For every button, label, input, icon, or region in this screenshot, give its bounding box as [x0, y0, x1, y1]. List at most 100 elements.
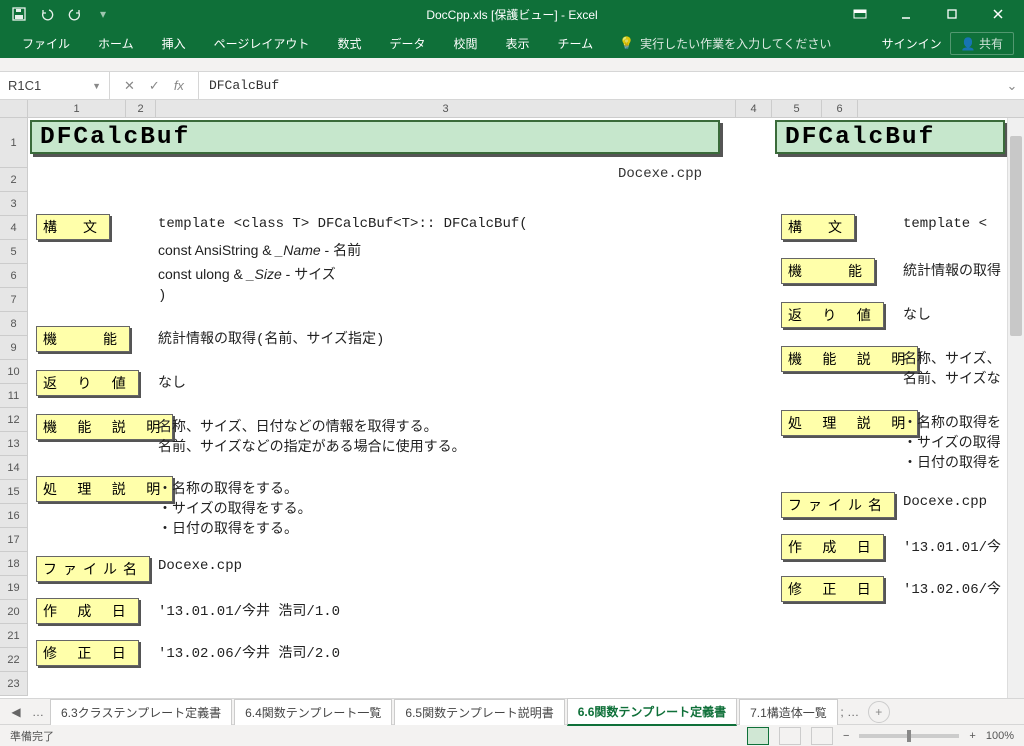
cells-area[interactable]: DFCalcBuf Docexe.cpp 構 文 template <class…	[28, 118, 1024, 698]
tab-team[interactable]: チーム	[546, 29, 606, 58]
tell-me[interactable]: 💡 実行したい作業を入力してください	[619, 35, 831, 52]
vertical-scrollbar[interactable]	[1007, 118, 1024, 698]
sheet-tab[interactable]: 6.5関数テンプレート説明書	[394, 699, 564, 725]
scrollbar-thumb[interactable]	[1010, 136, 1022, 336]
row-header[interactable]: 17	[0, 528, 27, 552]
ribbon-display-icon[interactable]	[838, 0, 882, 28]
row-header[interactable]: 21	[0, 624, 27, 648]
name-box-value: R1C1	[8, 78, 41, 93]
tab-pagelayout[interactable]: ページレイアウト	[202, 29, 322, 58]
tab-file[interactable]: ファイル	[10, 29, 82, 58]
label-procdesc: 処 理 説 明	[36, 476, 173, 502]
syntax-line: const AnsiString & _Name - 名前	[158, 240, 361, 260]
sheet-tab-active[interactable]: 6.6関数テンプレート定義書	[567, 698, 737, 726]
row-header[interactable]: 19	[0, 576, 27, 600]
col-header[interactable]: 6	[822, 100, 858, 117]
sheet-tab[interactable]: 6.3クラステンプレート定義書	[50, 699, 232, 725]
sheet-tab[interactable]: 7.1構造体一覧	[739, 699, 838, 725]
save-icon[interactable]	[8, 3, 30, 25]
filename2-text: Docexe.cpp	[903, 494, 987, 510]
row-header[interactable]: 13	[0, 432, 27, 456]
tab-insert[interactable]: 挿入	[150, 29, 198, 58]
cancel-icon[interactable]: ✕	[124, 78, 135, 94]
procdesc2-line: ・サイズの取得	[903, 432, 1001, 452]
row-header[interactable]: 23	[0, 672, 27, 696]
row-header[interactable]: 2	[0, 168, 27, 192]
label-return2: 返 り 値	[781, 302, 884, 328]
function2-text: 統計情報の取得	[903, 260, 1001, 280]
col-header[interactable]: 5	[772, 100, 822, 117]
tab-review[interactable]: 校閲	[441, 29, 489, 58]
row-header[interactable]: 5	[0, 240, 27, 264]
row-header[interactable]: 10	[0, 360, 27, 384]
created2-text: '13.01.01/今	[903, 536, 1001, 556]
bulb-icon: 💡	[619, 36, 634, 50]
tab-view[interactable]: 表示	[493, 29, 541, 58]
name-box[interactable]: R1C1 ▼	[0, 72, 110, 99]
col-header[interactable]: 2	[126, 100, 156, 117]
redo-icon[interactable]	[64, 3, 86, 25]
sheet-tabs: ◀ … 6.3クラステンプレート定義書 6.4関数テンプレート一覧 6.5関数テ…	[0, 698, 1024, 724]
label-modified: 修 正 日	[36, 640, 139, 666]
chevron-down-icon[interactable]: ▼	[92, 81, 101, 91]
row-header[interactable]: 15	[0, 480, 27, 504]
expand-formula-icon[interactable]: ⌄	[1000, 78, 1024, 94]
col-header[interactable]: 3	[156, 100, 736, 117]
row-header[interactable]: 3	[0, 192, 27, 216]
row-header[interactable]: 6	[0, 264, 27, 288]
return-text: なし	[158, 372, 186, 392]
tab-home[interactable]: ホーム	[86, 29, 146, 58]
maximize-icon[interactable]	[930, 0, 974, 28]
undo-icon[interactable]	[36, 3, 58, 25]
row-header[interactable]: 22	[0, 648, 27, 672]
tell-me-text: 実行したい作業を入力してください	[640, 35, 831, 52]
tab-nav-first[interactable]: ◀	[6, 705, 26, 719]
row-header[interactable]: 9	[0, 336, 27, 360]
row-header[interactable]: 1	[0, 118, 27, 168]
window-title: DocCpp.xls [保護ビュー] - Excel	[426, 6, 597, 23]
close-icon[interactable]	[976, 0, 1020, 28]
funcdesc-line: 名称、サイズ、日付などの情報を取得する。	[158, 416, 438, 436]
sheet-tab[interactable]: 6.4関数テンプレート一覧	[234, 699, 392, 725]
row-header[interactable]: 14	[0, 456, 27, 480]
share-button[interactable]: 👤 共有	[950, 32, 1014, 55]
label-syntax2: 構 文	[781, 214, 855, 240]
tab-data[interactable]: データ	[377, 29, 437, 58]
row-header[interactable]: 11	[0, 384, 27, 408]
created-text: '13.01.01/今井 浩司/1.0	[158, 600, 340, 620]
tab-nav-more[interactable]: …	[28, 705, 48, 719]
row-header[interactable]: 20	[0, 600, 27, 624]
row-header[interactable]: 12	[0, 408, 27, 432]
pane-left: DFCalcBuf Docexe.cpp 構 文 template <class…	[28, 118, 738, 698]
label-function: 機 能	[36, 326, 130, 352]
syntax2-text: template <	[903, 216, 987, 232]
col-header[interactable]: 1	[28, 100, 126, 117]
minimize-icon[interactable]	[884, 0, 928, 28]
tab-nav-trail[interactable]: ; …	[840, 705, 860, 719]
confirm-icon[interactable]: ✓	[149, 78, 160, 94]
qat-customize-icon[interactable]: ▾	[92, 3, 114, 25]
row-header[interactable]: 7	[0, 288, 27, 312]
label-procdesc2: 処 理 説 明	[781, 410, 918, 436]
row-header[interactable]: 16	[0, 504, 27, 528]
title-bar: ▾ DocCpp.xls [保護ビュー] - Excel	[0, 0, 1024, 28]
syntax-line: template <class T> DFCalcBuf<T>:: DFCalc…	[158, 216, 528, 232]
label-filename2: ファイル名	[781, 492, 895, 518]
doc2-title: DFCalcBuf	[775, 120, 1005, 154]
ribbon-body	[0, 58, 1024, 72]
row-header[interactable]: 18	[0, 552, 27, 576]
row-header[interactable]: 4	[0, 216, 27, 240]
signin-link[interactable]: サインイン	[882, 35, 942, 52]
fx-icon[interactable]: fx	[174, 78, 184, 93]
funcdesc2-line: 名前、サイズな	[903, 368, 1001, 388]
col-header[interactable]: 4	[736, 100, 772, 117]
label-syntax: 構 文	[36, 214, 110, 240]
select-all-corner[interactable]	[0, 100, 28, 117]
procdesc-line: ・名称の取得をする。	[158, 478, 298, 498]
tab-formulas[interactable]: 数式	[325, 29, 373, 58]
row-header[interactable]: 8	[0, 312, 27, 336]
add-sheet-button[interactable]: +	[868, 701, 890, 723]
src-file: Docexe.cpp	[618, 166, 702, 182]
formula-input[interactable]: DFCalcBuf	[199, 78, 1000, 93]
function-text: 統計情報の取得(名前、サイズ指定)	[158, 328, 384, 348]
